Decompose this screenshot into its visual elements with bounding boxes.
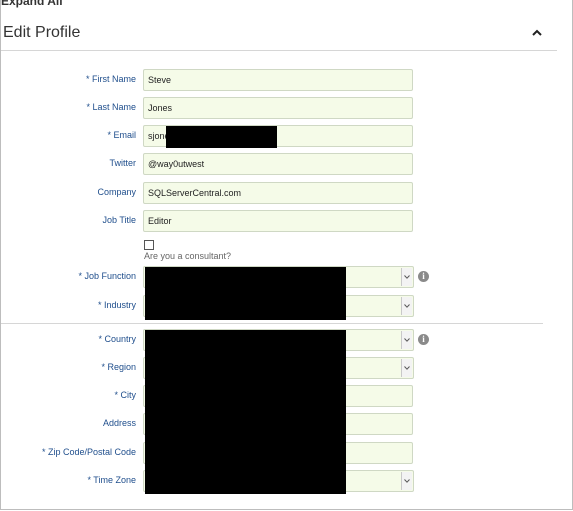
- job-title-row: Job Title: [1, 210, 572, 234]
- company-label: Company: [97, 187, 136, 197]
- email-redaction: [166, 126, 277, 148]
- twitter-input[interactable]: [143, 153, 413, 175]
- job-function-label: * Job Function: [78, 271, 136, 281]
- info-icon[interactable]: i: [418, 334, 429, 345]
- time-zone-label: * Time Zone: [87, 475, 136, 485]
- first-name-row: * First Name: [1, 69, 572, 93]
- last-name-row: * Last Name: [1, 97, 572, 121]
- consultant-label: Are you a consultant?: [144, 251, 232, 261]
- info-icon[interactable]: i: [418, 271, 429, 282]
- chevron-down-icon: [401, 359, 412, 377]
- chevron-down-icon: [401, 297, 412, 315]
- chevron-down-icon: [401, 268, 412, 286]
- region-label: * Region: [101, 362, 136, 372]
- twitter-row: Twitter: [1, 153, 572, 177]
- expand-all-link[interactable]: Expand All: [1, 0, 63, 8]
- section-divider: [1, 323, 543, 324]
- twitter-label: Twitter: [109, 158, 136, 168]
- job-title-label: Job Title: [102, 215, 136, 225]
- last-name-label: * Last Name: [86, 102, 136, 112]
- chevron-down-icon: [401, 331, 412, 349]
- consultant-checkbox[interactable]: [144, 240, 154, 250]
- job-title-input[interactable]: [143, 210, 413, 232]
- edit-profile-header: Edit Profile: [1, 22, 557, 51]
- last-name-input[interactable]: [143, 97, 413, 119]
- industry-label: * Industry: [97, 300, 136, 310]
- city-label: * City: [114, 390, 136, 400]
- email-row: * Email: [1, 125, 572, 149]
- redaction-block-lower: [145, 330, 346, 494]
- first-name-input[interactable]: [143, 69, 413, 91]
- address-label: Address: [102, 418, 136, 428]
- chevron-down-icon: [401, 472, 412, 490]
- redaction-block-upper: [145, 267, 346, 320]
- collapse-button[interactable]: [529, 24, 545, 40]
- company-input[interactable]: [143, 182, 413, 204]
- company-row: Company: [1, 182, 572, 206]
- first-name-label: * First Name: [85, 74, 136, 84]
- country-label: * Country: [98, 334, 136, 344]
- profile-form-panel: Expand All Edit Profile * First Name * L…: [0, 0, 573, 510]
- chevron-up-icon: [532, 29, 542, 36]
- email-label: * Email: [107, 130, 136, 140]
- page-title: Edit Profile: [3, 24, 81, 41]
- zip-label: * Zip Code/Postal Code: [41, 447, 136, 457]
